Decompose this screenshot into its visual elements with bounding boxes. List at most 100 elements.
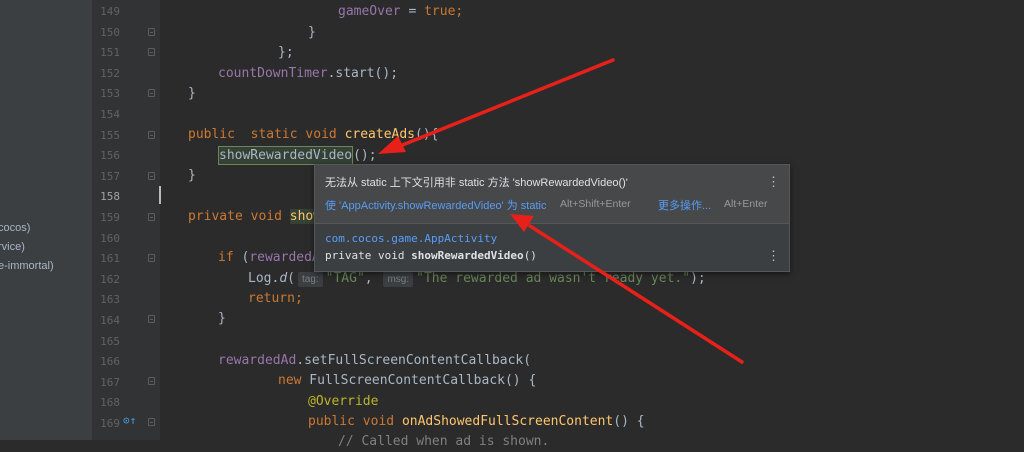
code-token: "TAG" bbox=[325, 271, 365, 286]
project-item[interactable]: rvice) bbox=[0, 241, 25, 253]
code-line-156: showRewardedVideo(); bbox=[218, 145, 377, 166]
code-token: () { bbox=[613, 414, 645, 429]
code-token: .setFullScreenContentCallback( bbox=[296, 353, 532, 368]
code-token: public bbox=[308, 414, 355, 429]
code-token: private bbox=[188, 209, 243, 224]
line-number: 154 bbox=[100, 108, 120, 121]
line-number: 168 bbox=[100, 396, 120, 410]
code-line-157: } bbox=[188, 165, 196, 186]
code-token: public bbox=[188, 127, 235, 142]
line-number: 162 bbox=[100, 272, 120, 286]
line-number: 156 bbox=[100, 149, 120, 163]
code-line-170: // Called when ad is shown. bbox=[338, 431, 549, 452]
line-number: 155 bbox=[100, 128, 120, 142]
parameter-hint: msg: bbox=[383, 272, 414, 287]
error-method-call[interactable]: showRewardedVideo bbox=[218, 146, 354, 165]
code-line-166: rewardedAd.setFullScreenContentCallback( bbox=[218, 350, 531, 371]
code-line-155: public static void createAds(){ bbox=[188, 124, 439, 145]
code-token: ( bbox=[287, 271, 295, 286]
code-token: static bbox=[250, 127, 298, 142]
line-number: 151 bbox=[100, 46, 120, 60]
code-token: @Override bbox=[308, 394, 379, 409]
line-number: 150 bbox=[100, 25, 120, 39]
line-number: 152 bbox=[100, 66, 120, 80]
code-token: } bbox=[218, 311, 226, 326]
project-item[interactable]: e-immortal) bbox=[0, 260, 54, 272]
fold-marker[interactable] bbox=[148, 418, 155, 426]
error-message: 无法从 static 上下文引用非 static 方法 'showRewarde… bbox=[325, 177, 628, 189]
signature-modifiers: private void bbox=[325, 249, 412, 262]
code-line-150: } bbox=[308, 22, 316, 43]
text-caret bbox=[159, 186, 161, 204]
make-static-fix-link[interactable]: 使 'AppActivity.showRewardedVideo' 为 stat… bbox=[325, 197, 546, 213]
fold-marker[interactable] bbox=[148, 315, 155, 323]
line-number: 149 bbox=[100, 5, 120, 18]
code-token: rewardedAd bbox=[218, 353, 297, 368]
line-number: 167 bbox=[100, 375, 120, 389]
error-quickfix-popup: 无法从 static 上下文引用非 static 方法 'showRewarde… bbox=[314, 164, 790, 272]
more-actions-link[interactable]: 更多操作... bbox=[658, 197, 711, 213]
code-token: // Called when ad is shown. bbox=[338, 434, 550, 449]
code-line-167: new FullScreenContentCallback() { bbox=[278, 370, 536, 391]
kebab-menu-icon[interactable]: ⋮ bbox=[767, 176, 780, 189]
fold-marker[interactable] bbox=[148, 28, 155, 36]
line-number: 153 bbox=[100, 87, 120, 101]
code-token: void bbox=[250, 209, 282, 224]
fold-marker[interactable] bbox=[148, 254, 155, 262]
fold-marker[interactable] bbox=[148, 48, 155, 56]
popup-divider bbox=[315, 223, 789, 224]
fix-shortcut: Alt+Shift+Enter bbox=[560, 198, 631, 210]
code-line-151: }; bbox=[278, 42, 294, 63]
fold-marker[interactable] bbox=[148, 213, 155, 221]
code-token: } bbox=[188, 168, 196, 183]
code-token: if bbox=[218, 250, 234, 265]
line-number: 166 bbox=[100, 355, 120, 369]
parameter-hint: tag: bbox=[297, 272, 323, 287]
code-token: .start(); bbox=[327, 66, 399, 81]
code-token: }; bbox=[278, 45, 294, 60]
fold-marker[interactable] bbox=[148, 172, 155, 180]
more-actions-shortcut: Alt+Enter bbox=[724, 198, 768, 210]
code-token: new bbox=[278, 373, 302, 388]
code-line-163: return; bbox=[248, 288, 303, 309]
code-token: = bbox=[400, 4, 425, 19]
fold-marker[interactable] bbox=[148, 131, 155, 139]
code-line-164: } bbox=[218, 308, 226, 329]
code-token: Log. bbox=[248, 271, 280, 286]
code-line-168: @Override bbox=[308, 391, 378, 412]
fold-marker[interactable] bbox=[148, 377, 155, 385]
code-token: void bbox=[362, 414, 395, 429]
line-number: 164 bbox=[100, 314, 120, 327]
code-token: ; bbox=[294, 291, 303, 306]
class-reference-link[interactable]: com.cocos.game.AppActivity bbox=[325, 232, 497, 245]
code-token: gameOver bbox=[338, 4, 401, 19]
code-token: "The rewarded ad wasn't ready yet." bbox=[416, 271, 691, 286]
project-item[interactable]: cocos) bbox=[0, 222, 30, 234]
override-method-icon[interactable]: ⊙↑ bbox=[123, 414, 136, 427]
line-number: 163 bbox=[100, 293, 120, 307]
line-number: 161 bbox=[100, 252, 120, 266]
code-token: ( bbox=[233, 250, 250, 265]
fold-marker[interactable] bbox=[148, 89, 155, 97]
code-token: void bbox=[305, 127, 337, 142]
code-line-152: countDownTimer.start(); bbox=[218, 63, 398, 84]
line-number: 165 bbox=[100, 334, 120, 348]
code-token: return bbox=[248, 291, 295, 306]
code-token: (); bbox=[353, 148, 377, 163]
code-token: , bbox=[364, 271, 381, 286]
code-token: rewardedA bbox=[249, 250, 320, 265]
code-token: ; bbox=[455, 4, 464, 19]
code-line-153: } bbox=[188, 83, 196, 104]
code-token: FullScreenContentCallback() { bbox=[301, 373, 537, 388]
code-token: ); bbox=[690, 271, 706, 286]
line-number: 157 bbox=[100, 169, 120, 183]
code-token: countDownTimer bbox=[218, 66, 328, 81]
code-token: true bbox=[424, 4, 456, 19]
kebab-menu-icon[interactable]: ⋮ bbox=[767, 250, 780, 263]
signature-method-name: showRewardedVideo bbox=[411, 249, 524, 262]
code-line-169: public void onAdShowedFullScreenContent(… bbox=[308, 411, 645, 432]
